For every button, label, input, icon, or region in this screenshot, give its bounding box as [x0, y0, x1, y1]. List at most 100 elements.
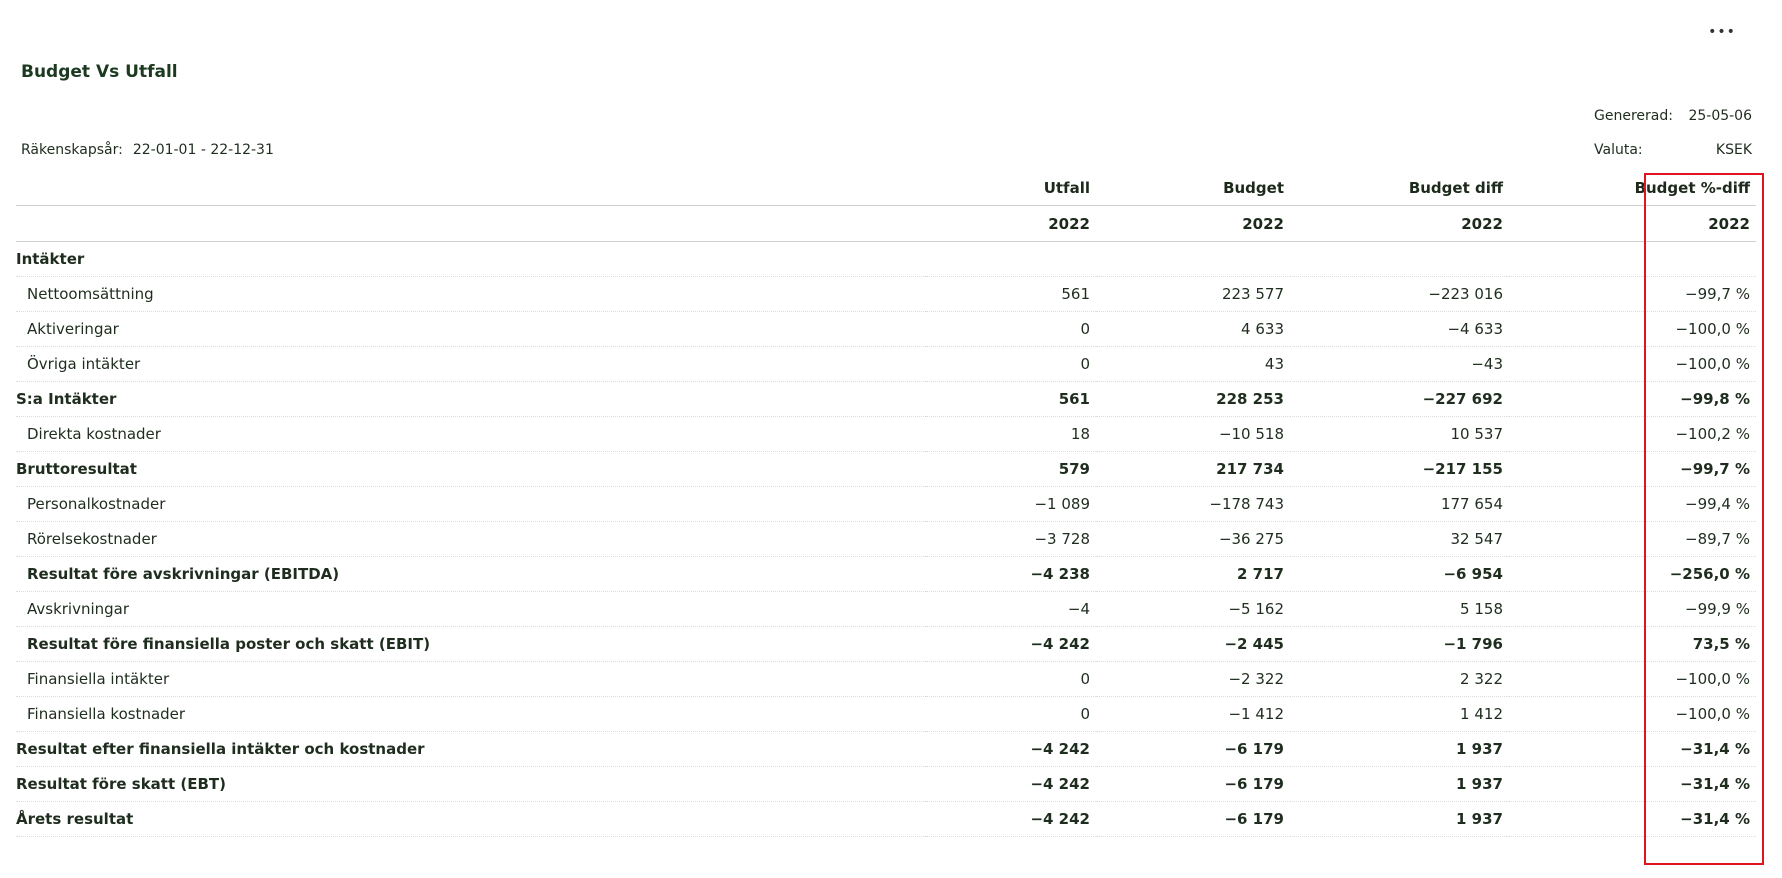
budget-pct-diff-cell: 73,5 %: [1509, 626, 1756, 662]
generated-value: 25-05-06: [1688, 108, 1752, 124]
col-year-budget-diff: 2022: [1290, 205, 1509, 242]
budget-diff-cell: 10 537: [1290, 416, 1509, 452]
row-label: Rörelsekostnader: [16, 521, 926, 557]
row-label: Intäkter: [16, 241, 926, 277]
table-row: Resultat före skatt (EBT) −4 242 −6 179 1 9…: [16, 766, 1756, 802]
budget-cell: −6 179: [1096, 731, 1290, 767]
budget-pct-diff-cell: −100,0 %: [1509, 696, 1756, 732]
budget-diff-cell: 1 937: [1290, 766, 1509, 802]
utfall-cell: 561: [926, 381, 1096, 417]
budget-diff-cell: [1290, 241, 1509, 277]
utfall-cell: −3 728: [926, 521, 1096, 557]
row-label: Avskrivningar: [16, 591, 926, 627]
col-header-budget-pct-diff: Budget %-diff: [1509, 170, 1756, 206]
table-row: Rörelsekostnader −3 728 −36 275 32 547 −89,7…: [16, 521, 1756, 557]
table-row: Direkta kostnader 18 −10 518 10 537 −100,2 %: [16, 416, 1756, 452]
budget-diff-cell: 1 937: [1290, 731, 1509, 767]
utfall-cell: −4 238: [926, 556, 1096, 592]
row-label: Finansiella intäkter: [16, 661, 926, 697]
budget-pct-diff-cell: −31,4 %: [1509, 801, 1756, 837]
budget-pct-diff-cell: −89,7 %: [1509, 521, 1756, 557]
budget-cell: −10 518: [1096, 416, 1290, 452]
col-year-budget: 2022: [1096, 205, 1290, 242]
column-header-row: Utfall Budget Budget diff Budget %-diff: [16, 170, 1756, 206]
row-label: Personalkostnader: [16, 486, 926, 522]
budget-cell: −1 412: [1096, 696, 1290, 732]
utfall-cell: 0: [926, 696, 1096, 732]
budget-pct-diff-cell: −100,0 %: [1509, 346, 1756, 382]
budget-diff-cell: 5 158: [1290, 591, 1509, 627]
ellipsis-icon: •••: [1708, 24, 1736, 40]
report-meta: Genererad: 25-05-06 Valuta: KSEK: [1594, 108, 1752, 176]
budget-pct-diff-cell: −99,8 %: [1509, 381, 1756, 417]
utfall-cell: −4: [926, 591, 1096, 627]
budget-cell: −5 162: [1096, 591, 1290, 627]
budget-diff-cell: −227 692: [1290, 381, 1509, 417]
budget-cell: 43: [1096, 346, 1290, 382]
utfall-cell: 18: [926, 416, 1096, 452]
fiscal-year: Räkenskapsår: 22-01-01 - 22-12-31: [21, 142, 274, 158]
budget-cell: 228 253: [1096, 381, 1290, 417]
budget-pct-diff-cell: −31,4 %: [1509, 731, 1756, 767]
budget-diff-cell: 2 322: [1290, 661, 1509, 697]
budget-diff-cell: 1 412: [1290, 696, 1509, 732]
utfall-cell: 0: [926, 661, 1096, 697]
row-label: Resultat före avskrivningar (EBITDA): [16, 556, 926, 592]
label-year-header: [16, 205, 926, 242]
budget-pct-diff-cell: −99,7 %: [1509, 451, 1756, 487]
budget-cell: −178 743: [1096, 486, 1290, 522]
row-label: Resultat före skatt (EBT): [16, 766, 926, 802]
table-row: Resultat före finansiella poster och ska…: [16, 626, 1756, 662]
col-year-utfall: 2022: [926, 205, 1096, 242]
budget-cell: −36 275: [1096, 521, 1290, 557]
budget-table: Utfall Budget Budget diff Budget %-diff …: [16, 170, 1756, 837]
budget-pct-diff-cell: −100,0 %: [1509, 661, 1756, 697]
row-label: Finansiella kostnader: [16, 696, 926, 732]
budget-pct-diff-cell: −31,4 %: [1509, 766, 1756, 802]
budget-cell: −6 179: [1096, 801, 1290, 837]
budget-pct-diff-cell: [1509, 241, 1756, 277]
year-header-row: 2022 2022 2022 2022: [16, 205, 1756, 242]
utfall-cell: −4 242: [926, 626, 1096, 662]
col-header-budget-diff: Budget diff: [1290, 170, 1509, 206]
table-row: Personalkostnader −1 089 −178 743 177 654 −9…: [16, 486, 1756, 522]
budget-cell: 4 633: [1096, 311, 1290, 347]
col-header-budget: Budget: [1096, 170, 1290, 206]
budget-pct-diff-cell: −100,2 %: [1509, 416, 1756, 452]
generated-label: Genererad:: [1594, 108, 1673, 124]
budget-diff-cell: −6 954: [1290, 556, 1509, 592]
row-label: Bruttoresultat: [16, 451, 926, 487]
utfall-cell: 561: [926, 276, 1096, 312]
table-row: Årets resultat −4 242 −6 179 1 937 −31,4 %: [16, 801, 1756, 837]
budget-cell: −2 445: [1096, 626, 1290, 662]
row-label: S:a Intäkter: [16, 381, 926, 417]
row-label: Resultat före finansiella poster och ska…: [16, 626, 926, 662]
budget-diff-cell: −223 016: [1290, 276, 1509, 312]
table-row: Intäkter: [16, 241, 1756, 277]
table-row: Övriga intäkter 0 43 −43 −100,0 %: [16, 346, 1756, 382]
fiscal-year-label: Räkenskapsår:: [21, 142, 123, 158]
budget-cell: 2 717: [1096, 556, 1290, 592]
budget-pct-diff-cell: −256,0 %: [1509, 556, 1756, 592]
utfall-cell: −1 089: [926, 486, 1096, 522]
budget-cell: −2 322: [1096, 661, 1290, 697]
utfall-cell: −4 242: [926, 801, 1096, 837]
row-label: Resultat efter finansiella intäkter och …: [16, 731, 926, 767]
row-label: Årets resultat: [16, 801, 926, 837]
utfall-cell: −4 242: [926, 766, 1096, 802]
budget-pct-diff-cell: −99,9 %: [1509, 591, 1756, 627]
row-label: Direkta kostnader: [16, 416, 926, 452]
budget-cell: 217 734: [1096, 451, 1290, 487]
table-row: Bruttoresultat 579 217 734 −217 155 −99,7 %: [16, 451, 1756, 487]
table-row: Finansiella intäkter 0 −2 322 2 322 −100,0 %: [16, 661, 1756, 697]
budget-diff-cell: −1 796: [1290, 626, 1509, 662]
report-title: Budget Vs Utfall: [21, 62, 178, 82]
table-row: Resultat efter finansiella intäkter och …: [16, 731, 1756, 767]
utfall-cell: 579: [926, 451, 1096, 487]
budget-diff-cell: 32 547: [1290, 521, 1509, 557]
budget-pct-diff-cell: −99,4 %: [1509, 486, 1756, 522]
budget-cell: [1096, 241, 1290, 277]
budget-pct-diff-cell: −100,0 %: [1509, 311, 1756, 347]
more-options-button[interactable]: •••: [1708, 24, 1736, 40]
budget-diff-cell: −217 155: [1290, 451, 1509, 487]
